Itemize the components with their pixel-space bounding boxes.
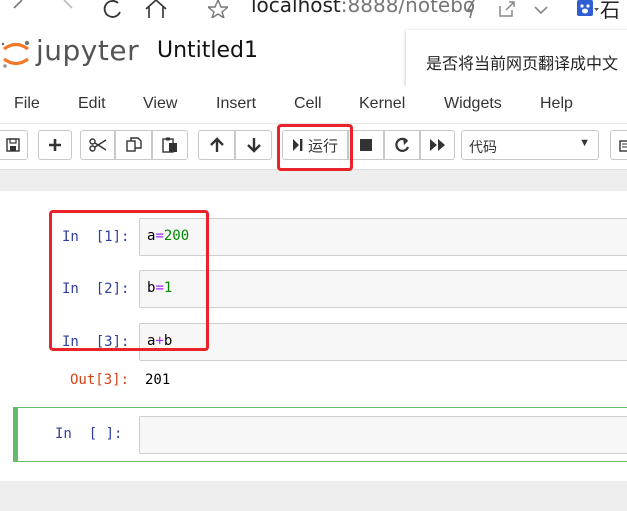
cell-type-value: 代码 xyxy=(469,139,497,155)
menu-cell[interactable]: Cell xyxy=(294,95,322,113)
cell-1-input[interactable]: a=200 xyxy=(139,218,627,256)
star-icon[interactable] xyxy=(206,0,230,22)
save-icon xyxy=(6,138,20,152)
stop-icon xyxy=(359,138,373,152)
empty-cell-input[interactable] xyxy=(139,416,627,454)
back-icon[interactable] xyxy=(12,0,26,22)
code-operator: = xyxy=(155,280,164,296)
paste-button[interactable] xyxy=(152,130,188,160)
browser-toolbar: localhost:8888/notebo 石 xyxy=(0,0,627,26)
cut-icon xyxy=(88,138,107,152)
save-button[interactable] xyxy=(0,130,28,160)
forward-icon[interactable] xyxy=(62,0,76,22)
arrow-up-icon xyxy=(209,137,224,153)
jupyter-header: jupyter Untitled1 是否将当前网页翻译成中文 xyxy=(0,26,627,88)
jupyter-logo-icon[interactable] xyxy=(0,38,32,70)
move-cell-down-button[interactable] xyxy=(235,130,272,160)
share-icon[interactable] xyxy=(498,0,516,22)
translate-prompt-text: 是否将当前网页翻译成中文 xyxy=(426,54,619,73)
copy-icon xyxy=(125,137,142,153)
code-operator: + xyxy=(155,333,164,349)
output-3-prompt: Out[3]: xyxy=(70,372,130,388)
restart-kernel-button[interactable] xyxy=(384,130,420,160)
interrupt-kernel-button[interactable] xyxy=(348,130,384,160)
chevron-down-icon[interactable] xyxy=(534,0,548,22)
run-button[interactable]: 运行 xyxy=(282,130,348,160)
output-3-value: 201 xyxy=(145,372,171,388)
run-button-label: 运行 xyxy=(307,136,338,155)
code-operator: = xyxy=(155,228,164,244)
cell-2-input[interactable]: b=1 xyxy=(139,270,627,308)
plus-icon xyxy=(48,138,62,152)
translate-popup[interactable]: 是否将当前网页翻译成中文 xyxy=(406,30,627,88)
command-palette-button[interactable] xyxy=(610,130,627,160)
url-path: :8888/notebo xyxy=(340,0,476,17)
reload-icon[interactable] xyxy=(102,0,122,22)
fast-forward-icon xyxy=(429,138,447,152)
run-icon xyxy=(292,138,304,152)
copy-button[interactable] xyxy=(115,130,152,160)
menu-file[interactable]: File xyxy=(14,95,40,113)
cut-button[interactable] xyxy=(80,130,115,160)
cell-2-prompt: In [2]: xyxy=(62,281,130,297)
notebook-title[interactable]: Untitled1 xyxy=(157,38,258,63)
code-variable: b xyxy=(163,333,173,349)
menu-view[interactable]: View xyxy=(143,95,177,113)
lightning-icon[interactable] xyxy=(466,0,478,22)
menu-help[interactable]: Help xyxy=(540,95,573,113)
jupyter-logo-text[interactable]: jupyter xyxy=(36,34,139,67)
baidu-paw-icon[interactable] xyxy=(577,0,599,22)
dropdown-arrow-icon: ▼ xyxy=(579,137,590,149)
code-number: 1 xyxy=(163,280,173,296)
cell-3-code: a+b xyxy=(147,333,172,349)
address-bar[interactable]: localhost:8888/notebo xyxy=(251,0,475,17)
menu-kernel[interactable]: Kernel xyxy=(359,95,405,113)
restart-icon xyxy=(394,137,410,153)
empty-cell-prompt: In [ ]: xyxy=(55,426,123,442)
restart-run-all-button[interactable] xyxy=(420,130,455,160)
menu-bar: File Edit View Insert Cell Kernel Widget… xyxy=(0,86,627,124)
cell-type-select[interactable]: 代码 ▼ xyxy=(461,130,599,160)
url-host: localhost xyxy=(251,0,341,17)
keyboard-icon xyxy=(619,139,627,157)
home-icon[interactable] xyxy=(144,0,168,22)
move-cell-up-button[interactable] xyxy=(198,130,235,160)
cell-1-prompt: In [1]: xyxy=(62,229,130,245)
menu-edit[interactable]: Edit xyxy=(78,95,106,113)
insert-cell-button[interactable] xyxy=(38,130,72,160)
cell-1-code: a=200 xyxy=(147,228,189,244)
paste-icon xyxy=(162,137,178,153)
cell-3-prompt: In [3]: xyxy=(62,334,130,350)
browser-extension-text: 石 xyxy=(600,0,620,22)
notebook-toolbar: 运行 代码 ▼ xyxy=(0,124,627,170)
cell-2-code: b=1 xyxy=(147,280,172,296)
menu-widgets[interactable]: Widgets xyxy=(444,95,502,113)
code-number: 200 xyxy=(163,228,190,244)
arrow-down-icon xyxy=(246,137,261,153)
cell-3-input[interactable]: a+b xyxy=(139,323,627,361)
menu-insert[interactable]: Insert xyxy=(216,95,256,113)
